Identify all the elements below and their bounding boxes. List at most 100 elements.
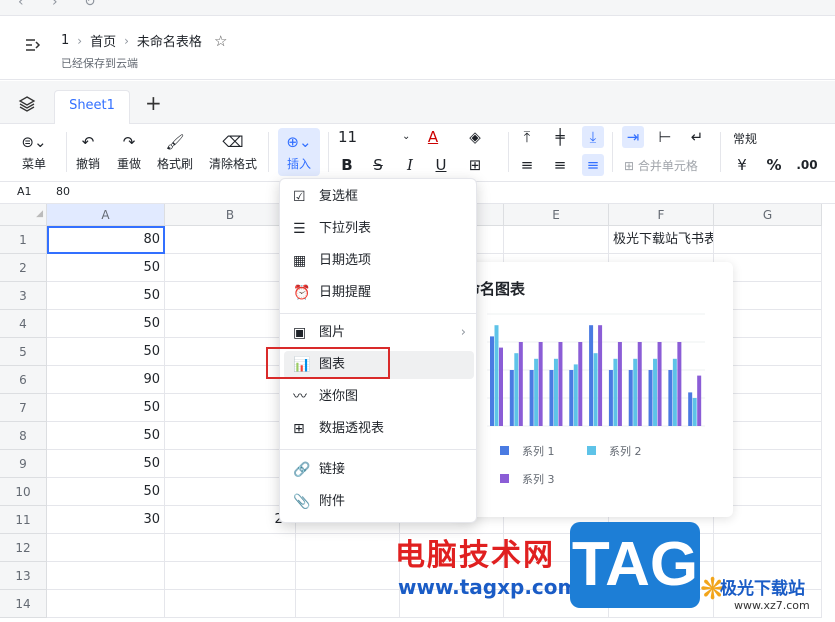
grid-cell[interactable]: 0 — [165, 450, 296, 478]
row-header[interactable]: 6 — [0, 366, 47, 394]
grid-cell[interactable]: 0 — [165, 478, 296, 506]
tab-sheet1[interactable]: Sheet1 — [54, 90, 130, 124]
menu-item-sparkline[interactable]: 〰迷你图 — [284, 383, 474, 411]
underline-icon[interactable]: U — [430, 154, 452, 176]
add-sheet-icon[interactable]: + — [145, 91, 162, 115]
font-color-icon[interactable]: A — [422, 126, 444, 148]
grid-cell[interactable] — [504, 226, 609, 254]
clip-icon[interactable]: ⊢ — [654, 126, 676, 148]
grid-cell[interactable] — [296, 590, 400, 618]
grid-cell[interactable]: 50 — [47, 450, 165, 478]
grid-cell[interactable]: 50 — [47, 338, 165, 366]
grid-cell[interactable] — [165, 534, 296, 562]
star-icon[interactable]: ☆ — [214, 32, 227, 50]
align-top-icon[interactable]: ⤒ — [516, 126, 538, 148]
row-header[interactable]: 4 — [0, 310, 47, 338]
align-bottom-icon[interactable]: ⤓ — [582, 126, 604, 148]
grid-cell[interactable]: 50 — [47, 394, 165, 422]
back-icon[interactable]: ‹ — [18, 0, 24, 10]
grid-cell[interactable] — [165, 254, 296, 282]
align-middle-icon[interactable]: ╪ — [549, 126, 571, 148]
row-header[interactable]: 7 — [0, 394, 47, 422]
grid-cell[interactable]: 50 — [47, 282, 165, 310]
insert-button[interactable]: ⊕⌄ 插入 — [278, 128, 320, 176]
menu-item-checkbox[interactable]: ☑ 复选框 — [284, 183, 474, 211]
forward-icon[interactable]: › — [52, 0, 58, 10]
grid-cell[interactable]: 50 — [47, 310, 165, 338]
grid-cell[interactable] — [47, 590, 165, 618]
menu-item-link[interactable]: 🔗 链接 — [284, 456, 474, 484]
layers-icon[interactable] — [18, 95, 36, 113]
align-center-icon[interactable]: ≡ — [549, 154, 571, 176]
row-header[interactable]: 1 — [0, 226, 47, 254]
number-format-select[interactable]: 常规 — [733, 130, 757, 147]
align-left-icon[interactable]: ≡ — [516, 154, 538, 176]
row-header[interactable]: 12 — [0, 534, 47, 562]
grid-cell[interactable]: 极光下载站飞书表 — [609, 226, 714, 254]
grid-cell[interactable] — [714, 534, 822, 562]
decimal-icon[interactable]: .00 — [796, 154, 818, 176]
grid-cell[interactable]: 50 — [47, 254, 165, 282]
bold-icon[interactable]: B — [336, 154, 358, 176]
border-icon[interactable]: ⊞ — [464, 154, 486, 176]
menu-item-date-reminder[interactable]: ⏰ 日期提醒 — [284, 279, 474, 307]
wrap-icon[interactable]: ↵ — [686, 126, 708, 148]
grid-cell[interactable]: 90 — [47, 366, 165, 394]
grid-cell[interactable] — [296, 562, 400, 590]
row-header[interactable]: 9 — [0, 450, 47, 478]
row-header[interactable]: 13 — [0, 562, 47, 590]
grid-cell[interactable]: 0 — [165, 310, 296, 338]
overflow-icon[interactable]: ⇥ — [622, 126, 644, 148]
chart-panel[interactable]: 命名图表 系列 1 系列 2 系列 3 — [455, 262, 733, 517]
grid-cell[interactable] — [47, 534, 165, 562]
grid-cell[interactable] — [165, 590, 296, 618]
align-right-icon[interactable]: ≡ — [582, 154, 604, 176]
row-header[interactable]: 11 — [0, 506, 47, 534]
clear-format-button[interactable]: ⌫ 清除格式 — [205, 132, 261, 172]
row-header[interactable]: 3 — [0, 282, 47, 310]
select-all-corner[interactable]: ◢ — [0, 204, 47, 226]
fill-color-icon[interactable]: ◈ — [464, 126, 486, 148]
undo-button[interactable]: ↶ 撤销 — [72, 132, 104, 172]
grid-cell[interactable]: 0 — [165, 226, 296, 254]
menu-item-attachment[interactable]: 📎 附件 — [284, 488, 474, 516]
grid-cell[interactable]: 24 — [165, 506, 296, 534]
grid-cell[interactable]: 30 — [47, 506, 165, 534]
grid-cell[interactable]: 50 — [47, 422, 165, 450]
grid-cell[interactable]: 50 — [47, 478, 165, 506]
merge-cells-button[interactable]: ⊞ 合并单元格 — [624, 157, 698, 174]
grid-cell[interactable] — [165, 562, 296, 590]
percent-icon[interactable]: % — [763, 154, 785, 176]
row-header[interactable]: 14 — [0, 590, 47, 618]
currency-icon[interactable]: ¥ — [731, 154, 753, 176]
row-header[interactable]: 2 — [0, 254, 47, 282]
cell-reference[interactable]: A1 — [17, 185, 32, 198]
column-header[interactable]: G — [714, 204, 822, 226]
redo-button[interactable]: ↷ 重做 — [113, 132, 145, 172]
column-header[interactable]: E — [504, 204, 609, 226]
column-header[interactable]: A — [47, 204, 165, 226]
outline-toggle-icon[interactable] — [24, 37, 44, 57]
grid-cell[interactable] — [714, 226, 822, 254]
strikethrough-icon[interactable]: S — [367, 154, 389, 176]
column-header[interactable]: B — [165, 204, 296, 226]
italic-icon[interactable]: I — [399, 154, 421, 176]
grid-cell[interactable]: 0 — [165, 282, 296, 310]
document-title[interactable]: 未命名表格 — [137, 31, 202, 50]
grid-cell[interactable] — [165, 422, 296, 450]
breadcrumb-home[interactable]: 首页 — [90, 31, 116, 50]
row-header[interactable]: 10 — [0, 478, 47, 506]
grid-cell[interactable] — [296, 534, 400, 562]
menu-item-image[interactable]: ▣ 图片 › — [284, 319, 474, 347]
grid-cell[interactable] — [47, 562, 165, 590]
refresh-icon[interactable]: ↻ — [84, 0, 96, 10]
grid-cell[interactable] — [165, 394, 296, 422]
column-header[interactable]: F — [609, 204, 714, 226]
menu-item-dropdown-list[interactable]: ☰ 下拉列表 — [284, 215, 474, 243]
formula-input[interactable]: 80 — [56, 185, 70, 198]
breadcrumb-num[interactable]: 1 — [61, 33, 69, 48]
format-painter-button[interactable]: 🖌 格式刷 — [153, 132, 197, 172]
menu-button[interactable]: ⊜⌄ 菜单 — [14, 132, 54, 172]
row-header[interactable]: 8 — [0, 422, 47, 450]
menu-item-pivot-table[interactable]: ⊞ 数据透视表 — [284, 415, 474, 443]
